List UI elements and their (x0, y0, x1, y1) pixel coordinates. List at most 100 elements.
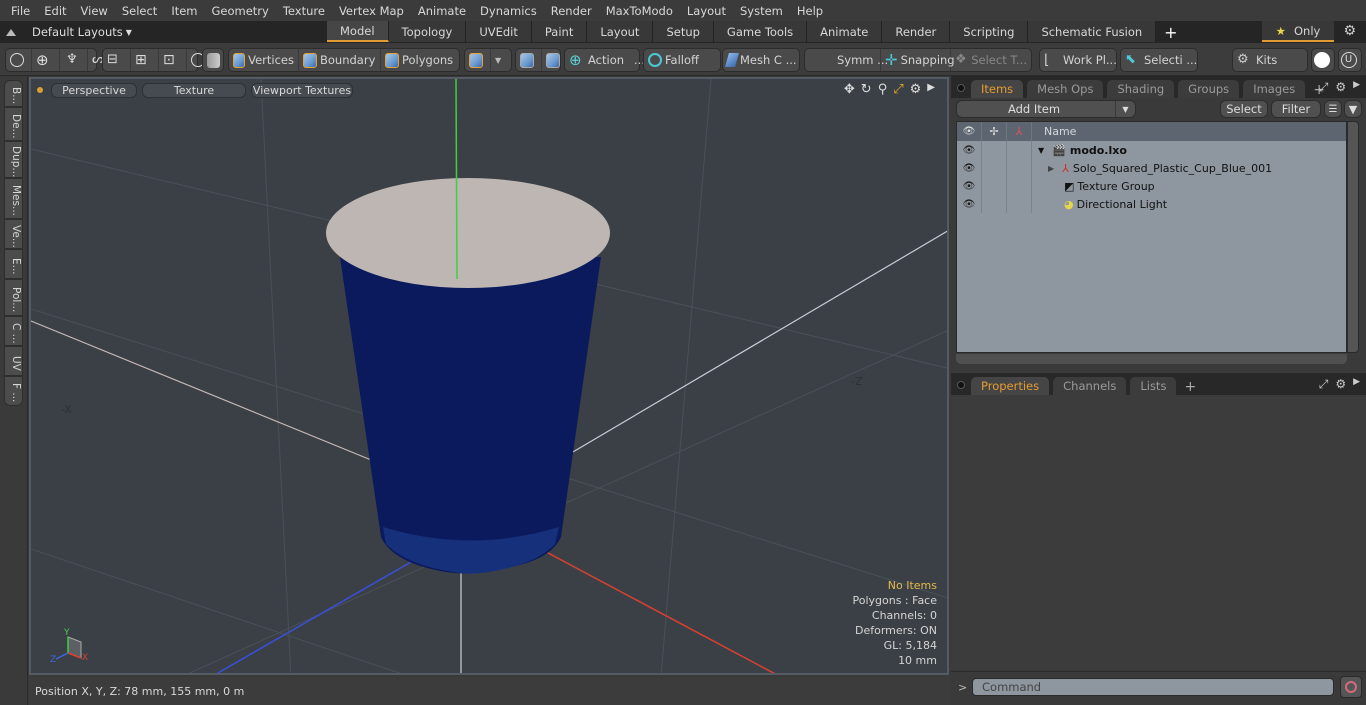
tab-uvedit[interactable]: UVEdit (466, 21, 532, 42)
default-layouts-dropdown[interactable]: Default Layouts ▼ (6, 25, 132, 39)
properties-more-arrow-icon[interactable]: ▶ (1353, 377, 1360, 392)
vertices-mode[interactable]: Vertices (229, 49, 299, 71)
tab-shading[interactable]: Shading (1107, 80, 1175, 98)
add-properties-tab-icon[interactable]: + (1180, 379, 1200, 395)
tab-items[interactable]: Items (971, 80, 1024, 98)
visibility-toggle[interactable]: 👁 (957, 141, 982, 159)
vtab-uv[interactable]: UV (4, 346, 23, 376)
sphere-tool[interactable]: ⊕ (32, 49, 60, 71)
tab-lists[interactable]: Lists (1130, 377, 1177, 395)
workplane-button[interactable]: ⌊ Work Pl... (1040, 49, 1121, 71)
item-list-horizontal-scrollbar[interactable] (956, 354, 1347, 364)
visibility-column-icon[interactable]: 👁 (957, 122, 982, 141)
frame-tool[interactable]: ⊡ (159, 49, 187, 71)
vtab-polygon[interactable]: Pol... (4, 279, 23, 316)
vtab-edge[interactable]: E... (4, 249, 23, 279)
menu-item[interactable]: Item (164, 4, 204, 18)
3d-viewport[interactable]: -X -Z Y X Z Perspective Texture Viewport… (29, 77, 949, 675)
mesh-constraint-button[interactable]: Mesh C ... (723, 49, 801, 71)
menu-geometry[interactable]: Geometry (205, 4, 276, 18)
tab-scripting[interactable]: Scripting (950, 21, 1029, 42)
vtab-duplicate[interactable]: Dup... (4, 141, 23, 178)
select-through-button[interactable]: ❖ Select T... (951, 49, 1031, 71)
pen-tool[interactable]: ♆ (60, 49, 88, 71)
properties-gear-icon[interactable]: ⚙ (1335, 377, 1346, 392)
record-macro-button[interactable] (1340, 676, 1362, 698)
tab-schematic-fusion[interactable]: Schematic Fusion (1028, 21, 1157, 42)
visibility-toggle[interactable]: 👁 (957, 195, 982, 213)
expand-icon[interactable]: ⤢ (1319, 80, 1329, 95)
selection-sets-button[interactable]: ⬉ Selecti ... (1121, 49, 1201, 71)
add-tab-icon[interactable]: + (1156, 21, 1185, 43)
tab-topology[interactable]: Topology (388, 21, 467, 42)
viewport-gear-icon[interactable]: ⚙ (910, 82, 922, 97)
menu-edit[interactable]: Edit (37, 4, 73, 18)
menu-animate[interactable]: Animate (411, 4, 473, 18)
maximize-icon[interactable]: ⤢ (893, 82, 903, 97)
tab-groups[interactable]: Groups (1178, 80, 1240, 98)
tab-paint[interactable]: Paint (531, 21, 588, 42)
items-gear-icon[interactable]: ⚙ (1335, 80, 1346, 95)
polygons-mode[interactable]: Polygons (381, 49, 459, 71)
cup-rim[interactable] (326, 178, 610, 288)
falloff-button[interactable]: Falloff (644, 49, 703, 71)
visibility-toggle[interactable]: 👁 (957, 177, 982, 195)
vtab-fusion[interactable]: F ... (4, 376, 23, 406)
menu-help[interactable]: Help (790, 4, 830, 18)
collapse-up-icon[interactable] (6, 28, 16, 36)
tab-mesh-ops[interactable]: Mesh Ops (1027, 80, 1104, 98)
vtab-basic[interactable]: B... (4, 80, 23, 107)
menu-vertex-map[interactable]: Vertex Map (332, 4, 411, 18)
lock-column-icon[interactable]: ✢ (982, 122, 1007, 141)
item-mode-button[interactable] (465, 49, 491, 71)
tab-channels[interactable]: Channels (1053, 377, 1127, 395)
item-mode-dropdown[interactable]: ▼ (491, 49, 505, 71)
only-toggle[interactable]: ★ Only (1262, 21, 1334, 42)
collapsed-arrow-icon[interactable]: ▶ (1048, 164, 1054, 173)
pan-icon[interactable]: ✥ (844, 82, 855, 97)
align-tool[interactable]: ⊟ (103, 49, 131, 71)
tab-images[interactable]: Images (1243, 80, 1306, 98)
vtab-vertex[interactable]: Ve... (4, 219, 23, 249)
list-options-icon[interactable]: ☰ (1324, 100, 1342, 118)
zoom-icon[interactable]: ⚲ (878, 82, 888, 97)
select-button[interactable]: Select (1220, 100, 1268, 118)
rotate-icon[interactable]: ↻ (861, 82, 872, 97)
box-kit-button[interactable] (1313, 49, 1333, 71)
panel-options-dot[interactable] (957, 84, 965, 92)
add-item-dropdown-icon[interactable]: ▼ (1115, 101, 1135, 117)
properties-expand-icon[interactable]: ⤢ (1319, 377, 1329, 392)
menu-maxtomodo[interactable]: MaxToModo (599, 4, 680, 18)
command-input[interactable]: Command (972, 678, 1334, 696)
vtab-deform[interactable]: De... (4, 107, 23, 141)
viewport-more-arrow-icon[interactable]: ▶ (927, 82, 935, 97)
view-type-dropdown[interactable]: Perspective (51, 82, 137, 98)
visibility-toggle[interactable]: 👁 (957, 159, 982, 177)
cup-body[interactable] (340, 257, 601, 574)
expand-arrow-icon[interactable]: ▼ (1038, 146, 1044, 155)
name-column-header[interactable]: Name (1032, 125, 1076, 138)
boundary-mode[interactable]: Boundary (299, 49, 381, 71)
unreal-kit-button[interactable]: U (1340, 49, 1360, 71)
menu-texture[interactable]: Texture (276, 4, 332, 18)
item-list-vertical-scrollbar[interactable] (1347, 121, 1359, 353)
symmetry-button[interactable]: Symm ... (805, 49, 888, 71)
viewport-options-dot[interactable] (37, 87, 43, 93)
action-center-button[interactable]: ⊕ Action... (565, 49, 649, 71)
funnel-filter-icon[interactable]: ▼ (1344, 100, 1362, 118)
kits-button[interactable]: ⚙ Kits (1233, 49, 1281, 71)
items-more-arrow-icon[interactable]: ▶ (1353, 80, 1360, 95)
vtab-curve[interactable]: C ... (4, 316, 23, 346)
tab-model[interactable]: Model (327, 21, 389, 42)
add-item-button[interactable]: Add Item ▼ (956, 100, 1136, 118)
filter-button[interactable]: Filter (1271, 100, 1321, 118)
gear-icon[interactable]: ⚙ (1343, 23, 1356, 39)
menu-layout[interactable]: Layout (680, 4, 733, 18)
tab-setup[interactable]: Setup (653, 21, 714, 42)
tab-render[interactable]: Render (882, 21, 951, 42)
item-row-texture-group[interactable]: 👁 ◩ Texture Group (957, 177, 1346, 195)
item-row-mesh[interactable]: 👁 ▶ ⅄ Solo_Squared_Plastic_Cup_Blue_001 (957, 159, 1346, 177)
item-row-scene[interactable]: 👁 ▼ 🎬 modo.lxo (957, 141, 1346, 159)
item-row-directional-light[interactable]: 👁 ◕ Directional Light (957, 195, 1346, 213)
menu-select[interactable]: Select (115, 4, 164, 18)
